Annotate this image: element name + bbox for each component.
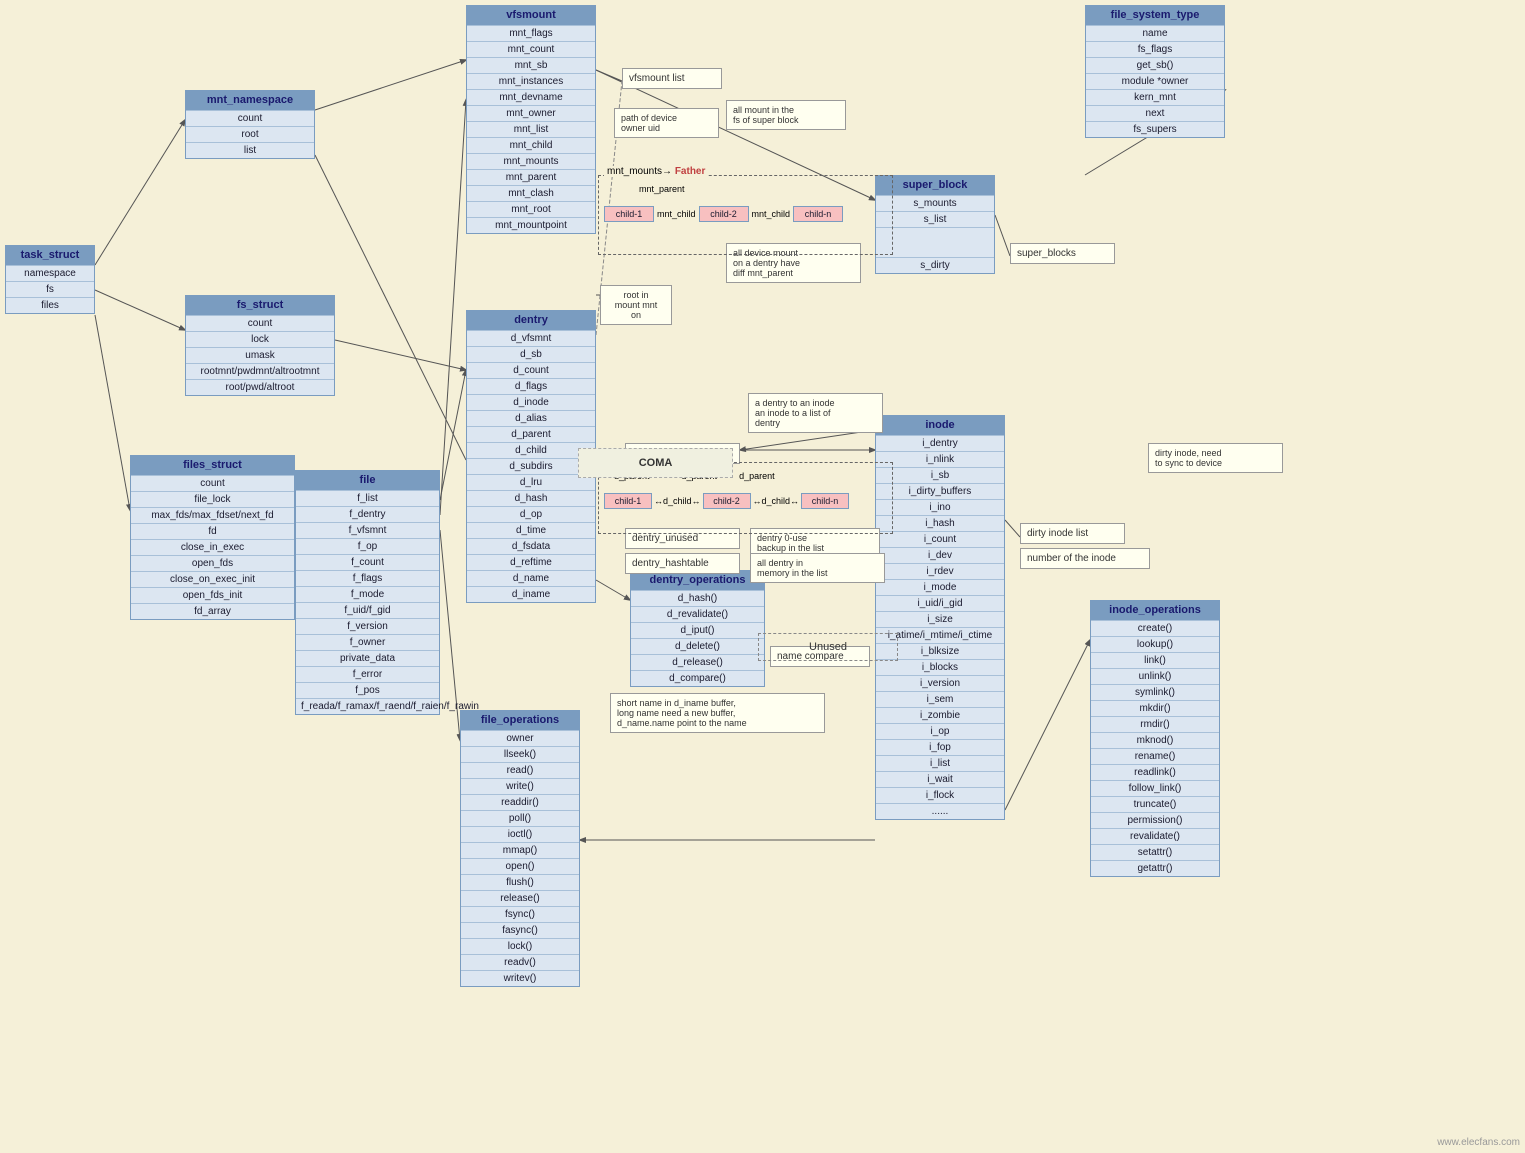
fs-struct-box: fs_struct count lock umask rootmnt/pwdmn… (185, 295, 335, 396)
mnt-namespace-title: mnt_namespace (186, 91, 314, 110)
task-struct-namespace: namespace (6, 265, 94, 281)
task-struct-fs: fs (6, 281, 94, 297)
task-struct-box: task_struct namespace fs files (5, 245, 95, 314)
super-block-title: super_block (876, 176, 994, 195)
dentry-hashtable-note: dentry_hashtable (625, 553, 740, 574)
all-mount-note: all mount in thefs of super block (726, 100, 846, 130)
all-dentry-note: all dentry inmemory in the list (750, 553, 885, 583)
number-inode-note: number of the inode (1020, 548, 1150, 569)
file-title: file (296, 471, 439, 490)
mnt-parent-label: mnt_parent (639, 184, 685, 194)
child-n-box: child-n (793, 206, 843, 222)
path-device-note: path of deviceowner uid (614, 108, 719, 138)
inode-operations-title: inode_operations (1091, 601, 1219, 620)
father-label-1: Father (675, 166, 706, 177)
file-system-type-box: file_system_type name fs_flags get_sb() … (1085, 5, 1225, 138)
short-name-note: short name in d_iname buffer,long name n… (610, 693, 825, 733)
file-system-type-title: file_system_type (1086, 6, 1224, 25)
file-box: file f_list f_dentry f_vfsmnt f_op f_cou… (295, 470, 440, 715)
inode-title: inode (876, 416, 1004, 435)
task-struct-files: files (6, 297, 94, 313)
watermark: www.elecfans.com (1437, 1137, 1520, 1148)
file-operations-title: file_operations (461, 711, 579, 730)
dirty-inode-list-note: dirty inode list (1020, 523, 1125, 544)
child-2-box: child-2 (699, 206, 749, 222)
dentry-title: dentry (467, 311, 595, 330)
root-in-mount-note: root inmount mnton (600, 285, 672, 325)
dchild-n-box: child-n (801, 493, 849, 509)
file-operations-box: file_operations owner llseek() read() wr… (460, 710, 580, 987)
child-1-box: child-1 (604, 206, 654, 222)
dentry-operations-box: dentry_operations d_hash() d_revalidate(… (630, 570, 765, 687)
dchild-2-box: child-2 (703, 493, 751, 509)
dchild-1-box: child-1 (604, 493, 652, 509)
unused-label: Unused (758, 633, 898, 661)
super-blocks-note: super_blocks (1010, 243, 1115, 264)
vfsmount-box: vfsmount mnt_flags mnt_count mnt_sb mnt_… (466, 5, 596, 234)
dentry-inode-note: a dentry to an inodean inode to a list o… (748, 393, 883, 433)
coma-label: COMA (578, 448, 733, 478)
inode-operations-box: inode_operations create() lookup() link(… (1090, 600, 1220, 877)
diagram: task_struct namespace fs files mnt_names… (0, 0, 1525, 1153)
inode-box: inode i_dentry i_nlink i_sb i_dirty_buff… (875, 415, 1005, 820)
fs-struct-title: fs_struct (186, 296, 334, 315)
dirty-inode-note: dirty inode, needto sync to device (1148, 443, 1283, 473)
super-block-box: super_block s_mounts s_list s_dirty (875, 175, 995, 274)
files-struct-title: files_struct (131, 456, 294, 475)
dentry-box: dentry d_vfsmnt d_sb d_count d_flags d_i… (466, 310, 596, 603)
mnt-mounts-group: mnt_mounts→ Father mnt_parent child-1 mn… (598, 175, 893, 255)
vfsmount-list-note: vfsmount list (622, 68, 722, 89)
mnt-namespace-box: mnt_namespace count root list (185, 90, 315, 159)
files-struct-box: files_struct count file_lock max_fds/max… (130, 455, 295, 620)
vfsmount-title: vfsmount (467, 6, 595, 25)
mnt-mounts-label: mnt_mounts→ Father (604, 166, 708, 177)
task-struct-title: task_struct (6, 246, 94, 265)
